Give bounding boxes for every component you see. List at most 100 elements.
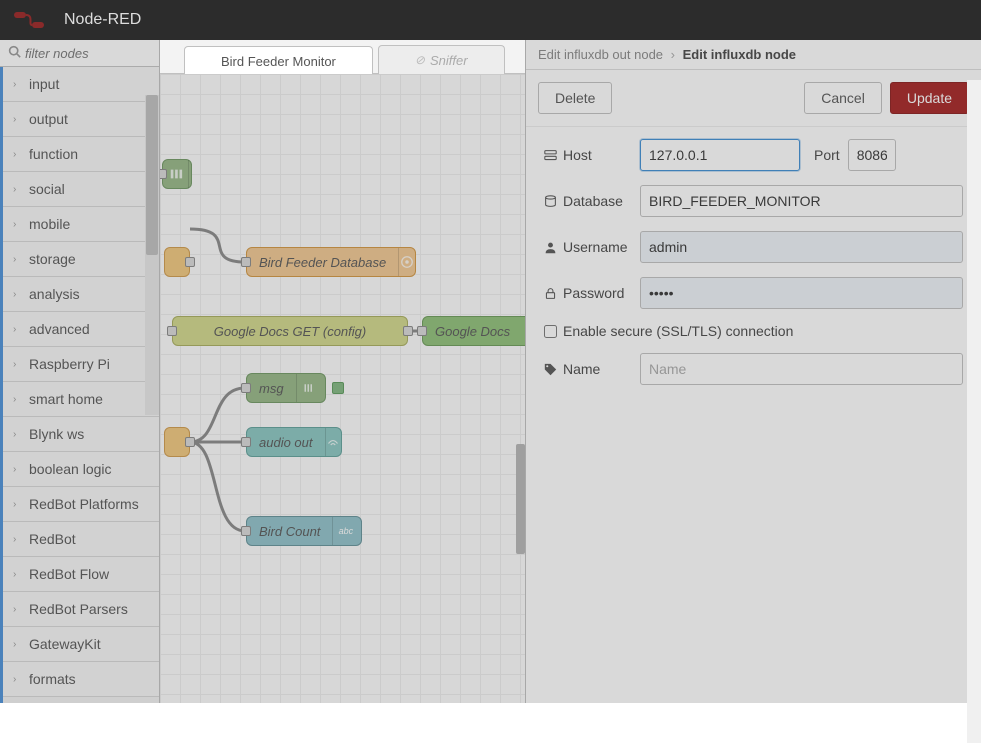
palette-category[interactable]: ›RedBot Platforms [3,487,159,522]
scrollbar-thumb[interactable] [516,444,525,554]
palette-category[interactable]: › RedBot Flow [3,557,159,592]
row-host: Host Port [544,139,963,171]
row-database: Database [544,185,963,217]
palette-category[interactable]: › boolean logic [3,452,159,487]
database-input[interactable] [640,185,963,217]
palette-category[interactable]: › GatewayKit [3,627,159,662]
name-label: Name [544,361,640,377]
palette-category-label: RedBot [29,531,76,547]
row-ssl: Enable secure (SSL/TLS) connection [544,323,963,339]
chevron-right-icon: › [671,47,675,62]
chevron-right-icon: › [13,359,23,370]
palette-category-label: GatewayKit [29,636,101,652]
ssl-label: Enable secure (SSL/TLS) connection [563,323,793,339]
chevron-right-icon: › [13,149,23,160]
host-label: Host [544,147,640,163]
palette-category-label: advanced [29,321,90,337]
flow-canvas[interactable]: Bird Feeder Database Google Docs GET (co… [160,74,525,703]
palette-category-label: boolean logic [29,461,112,477]
palette-category-label: Blynk ws [29,426,84,442]
chevron-right-icon: › [13,79,23,90]
app-header: Node-RED [0,0,981,40]
database-icon [544,195,558,208]
wifi-icon [325,428,342,456]
chevron-right-icon: › [13,219,23,230]
update-button[interactable]: Update [890,82,969,114]
database-icon [398,248,415,276]
palette-category[interactable]: ›formats [3,662,159,697]
breadcrumb: Edit influxdb out node › Edit influxdb n… [526,40,981,70]
chevron-right-icon: › [13,534,23,545]
palette-category[interactable]: › analysis [3,277,159,312]
palette-category[interactable]: ›RedBot Parsers [3,592,159,627]
button-row: Delete Cancel Update [526,70,981,127]
ssl-checkbox[interactable] [544,325,557,338]
port-input[interactable] [848,139,896,171]
palette-category[interactable]: ›output [3,102,159,137]
palette-category-label: mobile [29,216,70,232]
node-inject-1[interactable] [164,247,190,277]
palette-category[interactable]: ›input [3,67,159,102]
palette-category-label: RedBot Flow [29,566,109,582]
node-label: audio out [247,435,325,450]
palette-category[interactable]: ›social [3,172,159,207]
chevron-right-icon: › [13,639,23,650]
palette-category-label: smart home [29,391,103,407]
node-gdocs-get[interactable]: Google Docs GET (config) [172,316,408,346]
chevron-right-icon: › [13,569,23,580]
breadcrumb-current: Edit influxdb node [683,47,796,62]
scrollbar-thumb[interactable] [146,95,158,255]
delete-button[interactable]: Delete [538,82,612,114]
node-google-docs[interactable]: Google Docs [422,316,525,346]
tab-sniffer[interactable]: ⊘ Sniffer [378,45,505,74]
database-label: Database [544,193,640,209]
node-bird-count[interactable]: Bird Count abc [246,516,362,546]
palette-category-label: analysis [29,286,80,302]
breadcrumb-prev[interactable]: Edit influxdb out node [538,47,663,62]
palette-category[interactable]: › storage [3,242,159,277]
name-input[interactable] [640,353,963,385]
disabled-icon: ⊘ [415,53,425,67]
palette-filter[interactable] [0,40,159,67]
palette-category-label: storage [29,251,76,267]
window-scrollbar[interactable] [967,80,981,743]
chevron-right-icon: › [13,289,23,300]
chevron-right-icon: › [13,254,23,265]
palette-category[interactable]: ›advanced [3,312,159,347]
node-unknown-top[interactable] [162,159,192,189]
palette-filter-input[interactable] [25,46,151,61]
tab-bird-feeder-monitor[interactable]: Bird Feeder Monitor [184,46,373,75]
cancel-button[interactable]: Cancel [804,82,882,114]
edit-panel: Edit influxdb out node › Edit influxdb n… [525,40,981,703]
password-input[interactable] [640,277,963,309]
port-label: Port [814,147,840,163]
palette-category-list[interactable]: ›input›output›function›social › mobile › sto… [0,67,159,703]
row-username: Username [544,231,963,263]
host-input[interactable] [640,139,800,171]
search-icon [8,45,21,61]
node-red-logo [14,10,54,30]
chevron-right-icon: › [13,464,23,475]
workspace: Bird Feeder Monitor ⊘ Sniffer [160,40,525,703]
chevron-right-icon: › [13,499,23,510]
node-msg[interactable]: msg [246,373,326,403]
username-input[interactable] [640,231,963,263]
palette-category[interactable]: ›smart home [3,382,159,417]
node-status-indicator [332,382,344,394]
palette-category[interactable]: › mobile [3,207,159,242]
node-label: Bird Count [247,524,332,539]
palette-category[interactable]: ›function [3,137,159,172]
palette-category[interactable]: › Blynk ws [3,417,159,452]
palette-category[interactable]: › RedBot [3,522,159,557]
node-bird-feeder-database[interactable]: Bird Feeder Database [246,247,416,277]
node-inject-2[interactable] [164,427,190,457]
app-title: Node-RED [64,11,141,29]
edit-form: Host Port Database Username [526,127,981,411]
palette-category[interactable]: ›Raspberry Pi [3,347,159,382]
node-audio-out[interactable]: audio out [246,427,342,457]
password-label: Password [544,285,640,301]
node-label: msg [247,381,296,396]
username-label: Username [544,239,640,255]
chevron-right-icon: › [13,429,23,440]
tab-label: Sniffer [430,53,468,68]
